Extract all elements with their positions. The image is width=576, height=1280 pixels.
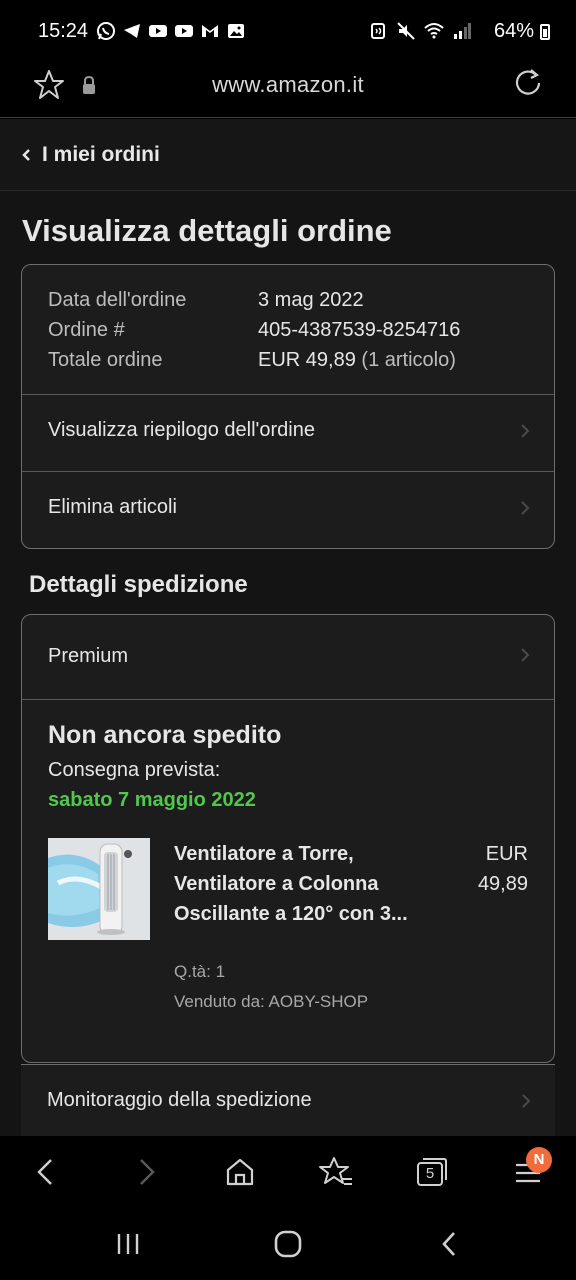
chevron-right-icon xyxy=(522,1094,531,1108)
url-text[interactable]: www.amazon.it xyxy=(0,72,576,98)
chevron-right-icon xyxy=(521,424,530,438)
expected-delivery-date: sabato 7 maggio 2022 xyxy=(48,789,256,811)
product-quantity: Q.tà: 1 xyxy=(174,962,226,981)
gmail-icon xyxy=(202,25,218,37)
chevron-right-icon xyxy=(521,501,530,515)
back-link-label: I miei ordini xyxy=(42,143,160,166)
youtube-icon xyxy=(149,25,167,37)
order-total-amount: EUR 49,89 xyxy=(258,349,356,371)
back-arrow-icon[interactable] xyxy=(28,1154,64,1190)
browser-toolbar: 5 N xyxy=(0,1136,576,1210)
gallery-icon xyxy=(228,24,244,38)
home-icon[interactable] xyxy=(222,1154,258,1190)
page-title: Visualizza dettagli ordine xyxy=(22,213,392,248)
reload-icon[interactable] xyxy=(512,67,544,99)
browser-url-bar: www.amazon.it xyxy=(0,62,576,118)
system-navigation-bar xyxy=(0,1210,576,1280)
tower-fan-image xyxy=(48,838,150,940)
product-price-value: 49,89 xyxy=(477,873,528,895)
wifi-icon xyxy=(424,23,444,39)
shipping-section-title: Dettagli spedizione xyxy=(29,571,248,598)
recent-apps-icon[interactable] xyxy=(112,1228,144,1260)
order-date-label: Data dell'ordine xyxy=(48,289,187,311)
product-title-link[interactable]: Ventilatore a Torre, Ventilatore a Colon… xyxy=(174,839,414,929)
tabs-count: 5 xyxy=(425,1165,435,1182)
signal-icon xyxy=(454,23,471,39)
menu-notification-badge: N xyxy=(526,1147,552,1173)
battery-percent: 64% xyxy=(493,20,534,42)
product-image[interactable] xyxy=(48,838,150,940)
shipment-tracking-row[interactable]: Monitoraggio della spedizione xyxy=(21,1064,555,1136)
youtube-icon xyxy=(175,25,193,37)
shipment-status-title: Non ancora spedito xyxy=(48,721,282,749)
shipping-method-row[interactable]: Premium xyxy=(22,615,554,700)
order-number-value: 405-4387539-8254716 xyxy=(258,319,461,341)
tabs-button[interactable]: 5 xyxy=(414,1154,450,1190)
mute-icon xyxy=(397,22,415,40)
status-time: 15:24 xyxy=(38,20,89,42)
delete-items-row[interactable]: Elimina articoli xyxy=(22,472,554,548)
whatsapp-icon xyxy=(97,22,115,40)
view-order-summary-label: Visualizza riepilogo dell'ordine xyxy=(48,419,315,441)
chevron-right-icon xyxy=(521,648,530,662)
telegram-icon xyxy=(124,24,140,38)
notification-icons xyxy=(96,21,246,41)
product-price-currency: EUR xyxy=(485,843,528,865)
product-seller: Venduto da: AOBY-SHOP xyxy=(174,992,369,1011)
status-bar: 15:24 64% xyxy=(0,0,576,62)
order-date-value: 3 mag 2022 xyxy=(258,289,364,311)
system-status-icons xyxy=(368,21,472,41)
bookmarks-icon[interactable] xyxy=(318,1154,354,1190)
home-button-icon[interactable] xyxy=(272,1228,304,1260)
shipping-method-label: Premium xyxy=(48,645,129,667)
delete-items-label: Elimina articoli xyxy=(48,496,177,518)
chevron-left-icon xyxy=(22,149,30,161)
nfc-icon xyxy=(371,23,385,39)
order-total-items: (1 articolo) xyxy=(361,349,456,371)
order-summary-card: Data dell'ordine 3 mag 2022 Ordine # 405… xyxy=(21,264,555,549)
view-order-summary-row[interactable]: Visualizza riepilogo dell'ordine xyxy=(22,395,554,472)
expected-delivery-label: Consegna prevista: xyxy=(48,759,221,781)
order-total-label: Totale ordine xyxy=(48,349,163,371)
back-to-orders-link[interactable]: I miei ordini xyxy=(0,119,576,191)
shipment-card: Premium Non ancora spedito Consegna prev… xyxy=(21,614,555,1063)
order-info: Data dell'ordine 3 mag 2022 Ordine # 405… xyxy=(22,265,554,395)
order-total-value: EUR 49,89 (1 articolo) xyxy=(258,349,456,372)
forward-arrow-icon[interactable] xyxy=(128,1154,164,1190)
system-back-icon[interactable] xyxy=(434,1228,466,1260)
page-content: I miei ordini Visualizza dettagli ordine… xyxy=(0,119,576,1136)
battery-icon xyxy=(540,24,550,40)
order-number-label: Ordine # xyxy=(48,319,125,341)
product-price: EUR 49,89 xyxy=(448,839,528,899)
shipment-tracking-label: Monitoraggio della spedizione xyxy=(47,1089,312,1111)
